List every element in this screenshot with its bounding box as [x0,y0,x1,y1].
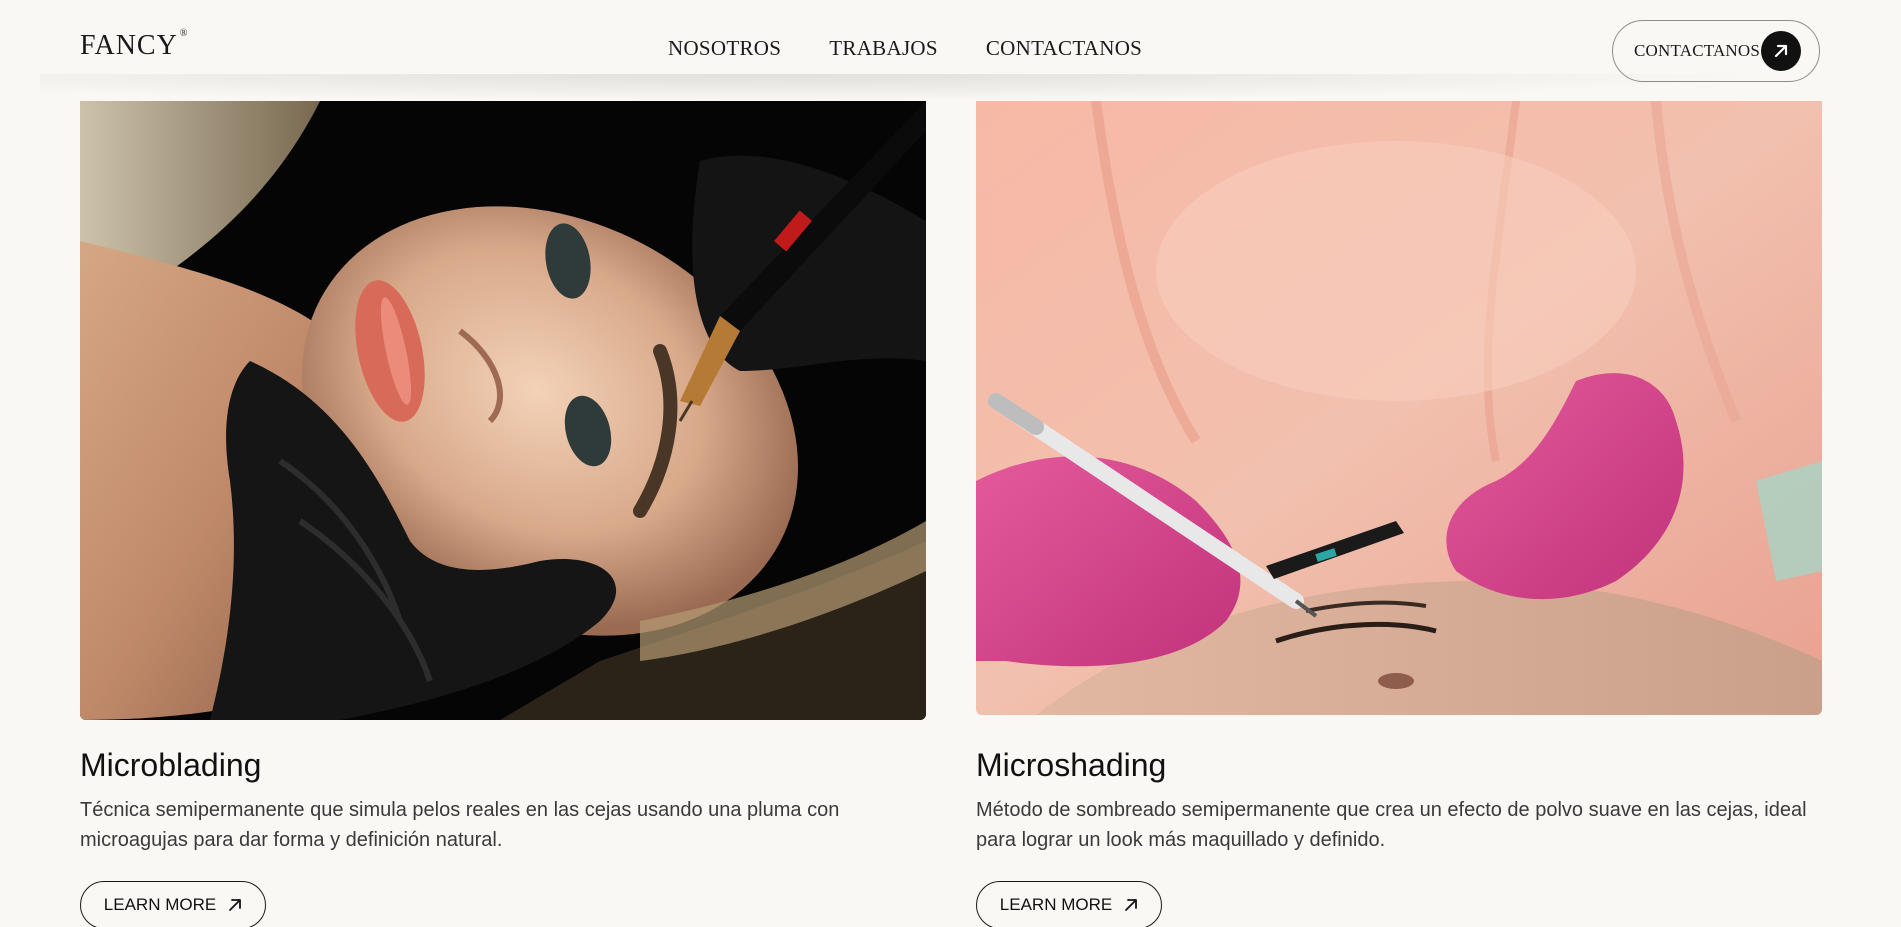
main-nav: NOSOTROS TRABAJOS CONTACTANOS [668,36,1142,61]
service-title: Microblading [80,747,262,783]
arrow-up-right-icon [1761,31,1801,71]
contact-cta-label: CONTACTANOS [1634,41,1761,60]
contact-cta-button[interactable]: CONTACTANOS [1612,20,1820,82]
page: FANCY ® NOSOTROS TRABAJOS CONTACTANOS CON… [0,0,1901,927]
nav-link-contactanos[interactable]: CONTACTANOS [986,36,1142,61]
site-header: FANCY ® NOSOTROS TRABAJOS CONTACTANOS CON… [0,0,1901,104]
learn-more-label: LEARN MORE [999,895,1113,914]
arrow-up-right-icon [229,899,242,911]
brand-logo[interactable]: FANCY ® [80,28,189,62]
service-title: Microshading [976,747,1167,783]
learn-more-button[interactable]: LEARN MORE [976,881,1162,927]
service-description: Técnica semipermanente que simula pelos … [80,799,840,851]
logo-text: FANCY [80,30,178,61]
service-description: Método de sombreado semipermanente que c… [976,799,1807,851]
service-card-microshading: Microshading Método de sombreado semiper… [976,101,1822,927]
nav-link-nosotros[interactable]: NOSOTROS [668,36,781,61]
registered-mark: ® [179,28,189,39]
microblading-photo [80,101,926,720]
microshading-photo [976,101,1822,715]
nav-link-trabajos[interactable]: TRABAJOS [829,36,938,61]
service-card-microblading: Microblading Técnica semipermanente que … [80,101,926,927]
learn-more-label: LEARN MORE [103,895,217,914]
learn-more-button[interactable]: LEARN MORE [80,881,266,927]
arrow-up-right-icon [1125,899,1138,911]
